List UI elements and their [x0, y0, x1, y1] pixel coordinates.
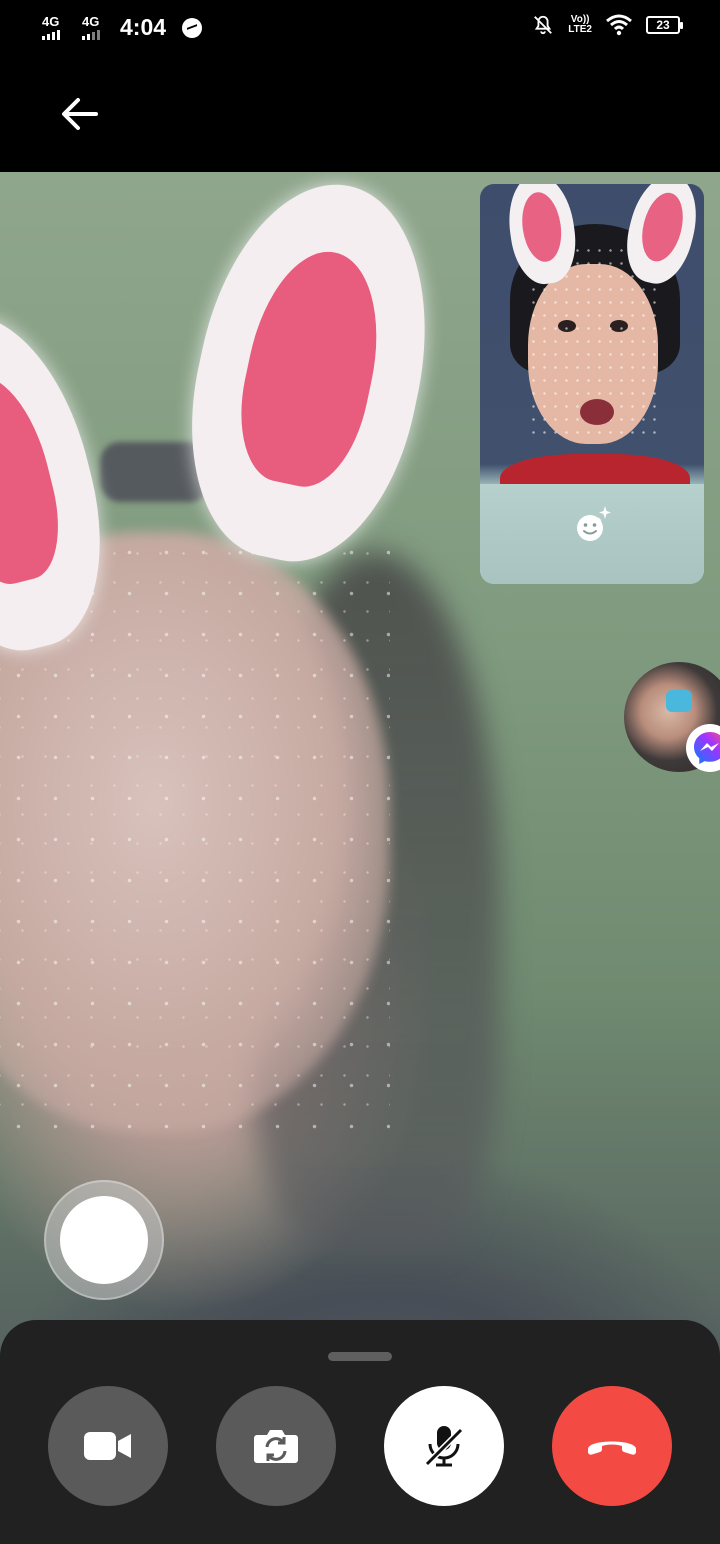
signal-indicator-1: 4G	[42, 14, 60, 40]
effects-button[interactable]	[574, 504, 614, 544]
arrow-left-icon	[62, 98, 98, 130]
chat-head-bubble[interactable]	[624, 662, 720, 772]
messenger-icon	[694, 732, 720, 764]
capture-photo-button[interactable]	[44, 1180, 164, 1300]
status-icons-right: Vo)) LTE2 23	[532, 14, 683, 36]
self-video-preview[interactable]	[480, 184, 704, 584]
microphone-muted-icon	[424, 1426, 464, 1467]
status-bar: 4G 4G 4:04 Vo)) LTE2 23	[0, 0, 720, 56]
end-call-button[interactable]	[552, 1386, 672, 1506]
network-type-2: 4G	[82, 14, 100, 29]
call-controls-panel	[0, 1320, 720, 1544]
volte-indicator: Vo)) LTE2	[568, 15, 592, 35]
toggle-video-button[interactable]	[48, 1386, 168, 1506]
messenger-notification-icon	[182, 18, 202, 38]
face-effects-icon	[577, 506, 611, 541]
back-button[interactable]	[52, 86, 108, 142]
signal-bars-icon	[82, 30, 100, 40]
network-type-1: 4G	[42, 14, 60, 29]
call-top-bar	[0, 56, 720, 172]
mute-notifications-icon	[534, 15, 553, 35]
flip-camera-button[interactable]	[216, 1386, 336, 1506]
signal-bars-icon	[42, 30, 60, 40]
video-camera-icon	[84, 1432, 131, 1460]
phone-hangup-icon	[588, 1441, 636, 1455]
drag-handle[interactable]	[328, 1352, 392, 1361]
bunny-ear-filter	[162, 172, 458, 581]
messenger-badge	[686, 724, 720, 772]
mute-microphone-button[interactable]	[384, 1386, 504, 1506]
status-time: 4:04	[120, 14, 167, 40]
wifi-icon	[606, 14, 632, 36]
video-content	[580, 399, 614, 425]
battery-indicator: 23	[646, 16, 683, 34]
signal-indicator-2: 4G	[82, 14, 100, 40]
shutter-icon	[60, 1196, 148, 1284]
camera-flip-icon	[254, 1430, 298, 1463]
lte-label: LTE2	[568, 24, 592, 35]
